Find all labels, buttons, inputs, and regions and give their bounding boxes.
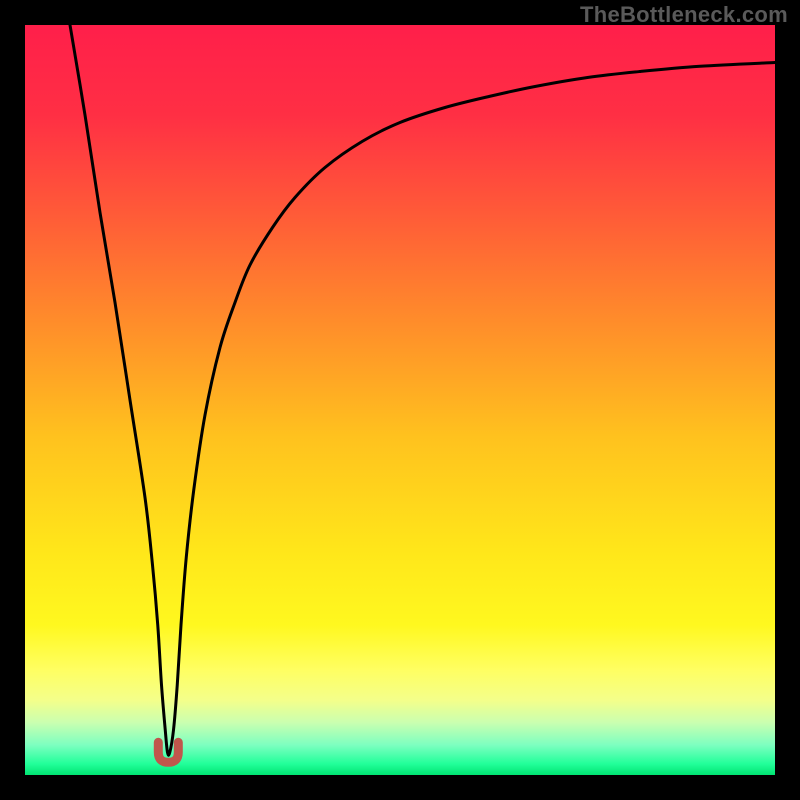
watermark-text: TheBottleneck.com xyxy=(580,2,788,28)
gradient-background xyxy=(25,25,775,775)
chart-frame: TheBottleneck.com xyxy=(0,0,800,800)
bottleneck-chart xyxy=(25,25,775,775)
plot-area xyxy=(25,25,775,775)
